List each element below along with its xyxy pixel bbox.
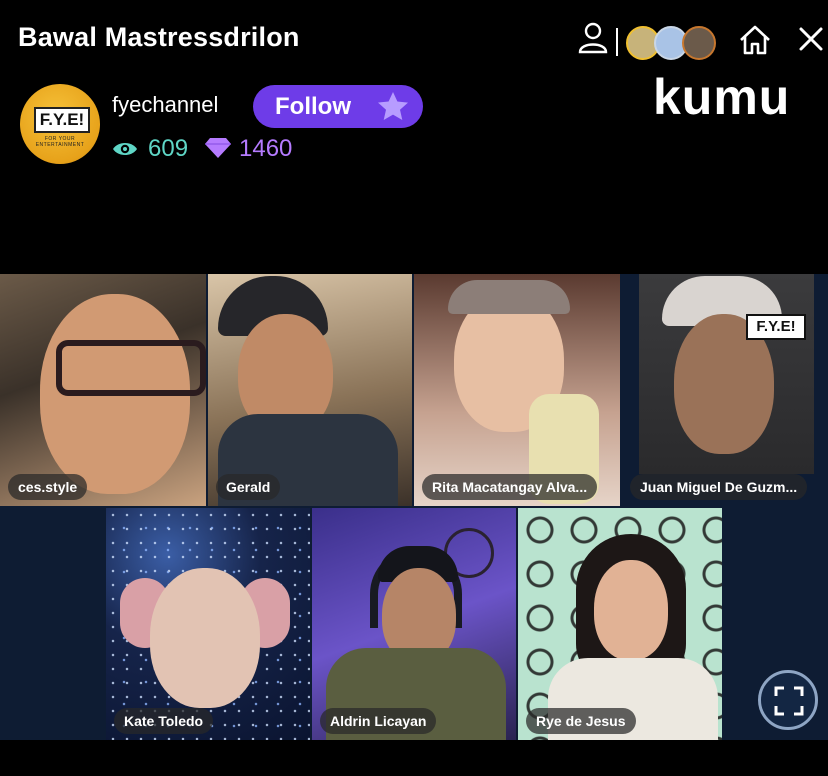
fullscreen-icon [774,686,804,716]
participant-name-label: Gerald [216,474,281,500]
participant-name-label: Juan Miguel De Guzm... [630,474,808,500]
close-icon[interactable] [798,26,824,57]
eye-icon [112,138,138,166]
fullscreen-button[interactable] [758,670,818,730]
participant-tile[interactable]: Rita Macatangay Alva... [414,274,620,506]
participant-name-label: ces.style [8,474,88,500]
participant-tile[interactable]: Rye de Jesus [518,508,722,740]
avatar-logo-subtext: FOR YOUR ENTERTAINMENT [35,136,85,148]
participant-video [594,560,668,660]
participant-name-label: Rita Macatangay Alva... [422,474,598,500]
eyeglasses [56,340,206,396]
top-bar-icons [528,14,828,66]
participant-tile[interactable]: ces.style [0,274,206,506]
participant-name-label: Rye de Jesus [526,708,636,734]
participant-name-label: Aldrin Licayan [320,708,437,734]
channel-name[interactable]: fyechannel [112,92,218,118]
diamond-icon [204,137,232,166]
participant-video [150,568,260,708]
kumu-logo: kumu [653,69,791,125]
star-icon [377,91,409,135]
channel-avatar[interactable]: F.Y.E! FOR YOUR ENTERTAINMENT [20,84,100,164]
top-supporters-badges[interactable] [624,18,716,62]
views-count: 609 [148,135,189,162]
fye-watermark: F.Y.E! [746,314,806,340]
participant-tile[interactable]: F.Y.E! Juan Miguel De Guzm... [622,274,828,506]
stream-stats: 609 1460 [112,133,372,163]
bronze-badge-icon [682,26,716,60]
participant-tile[interactable]: Gerald [208,274,412,506]
participant-name-label: Kate Toledo [114,708,214,734]
headband [448,280,570,314]
divider [616,28,618,56]
gems-count: 1460 [239,135,293,162]
avatar-logo-text: F.Y.E! [34,107,90,133]
participant-tile[interactable]: Kate Toledo [106,508,310,740]
follow-button[interactable]: Follow [253,85,423,128]
participant-tile[interactable]: Aldrin Licayan [312,508,516,740]
home-icon[interactable] [738,24,772,61]
follow-button-label: Follow [275,93,351,120]
user-icon[interactable] [578,22,608,59]
video-grid: ces.style Gerald Rita Macatangay Alva...… [0,274,828,740]
stream-title: Bawal Mastressdrilon [18,22,300,52]
